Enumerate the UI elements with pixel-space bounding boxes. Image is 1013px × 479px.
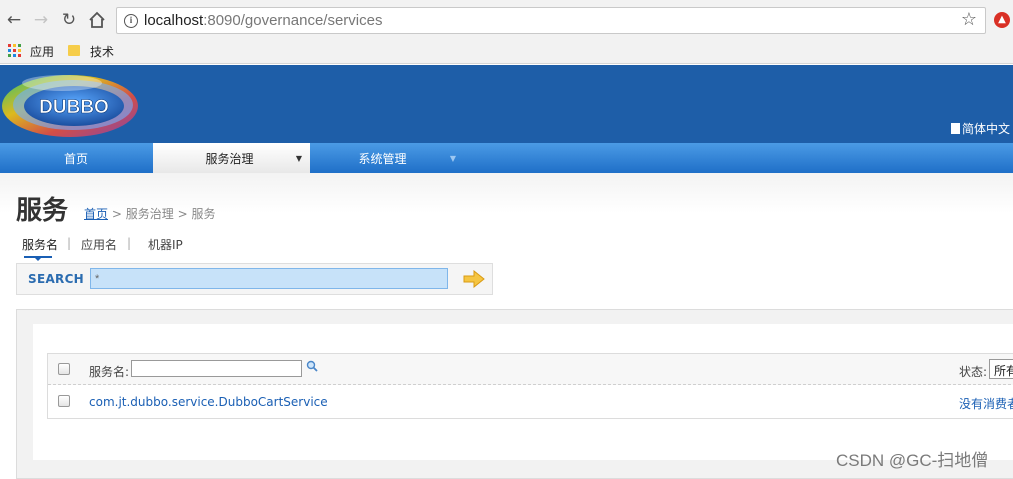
chevron-down-icon: ▼: [449, 154, 456, 163]
results-panel-body: 服务名: 状态: 所有 com.jt.dubbo.service.DubboCa…: [33, 324, 1013, 460]
active-tab-caret: [35, 258, 41, 261]
main-menu: 首页 服务治理 ▼ 系统管理 ▼: [0, 143, 1013, 173]
status-filter-label: 状态:: [959, 365, 988, 379]
page-content: 服务 首页 > 服务治理 > 服务 服务名 | 应用名 | 机器IP SEARC…: [0, 173, 1013, 479]
select-all-checkbox[interactable]: [58, 363, 70, 375]
row-checkbox[interactable]: [58, 395, 70, 407]
search-label: SEARCH: [28, 272, 85, 286]
breadcrumb: 首页 > 服务治理 > 服务: [84, 207, 216, 221]
table-row: com.jt.dubbo.service.DubboCartService 没有…: [48, 386, 1013, 419]
breadcrumb-section: 服务治理: [125, 207, 174, 221]
site-info-icon[interactable]: i: [124, 14, 138, 28]
folder-icon: [68, 45, 80, 56]
home-icon[interactable]: [86, 9, 108, 31]
app-header: DUBBO 简体中文: [0, 65, 1013, 143]
service-name-link[interactable]: com.jt.dubbo.service.DubboCartService: [89, 395, 328, 409]
bookmark-tech-folder[interactable]: 技术: [90, 43, 114, 60]
reload-icon[interactable]: ↻: [58, 9, 80, 31]
table-header: 服务名: 状态: 所有: [48, 354, 1013, 385]
services-table: 服务名: 状态: 所有 com.jt.dubbo.service.DubboCa…: [47, 353, 1013, 419]
extension-icon[interactable]: ▲: [994, 12, 1010, 28]
menu-item-system-admin[interactable]: 系统管理 ▼: [311, 143, 466, 173]
tab-machine-ip[interactable]: 机器IP: [148, 236, 183, 253]
document-icon: [951, 123, 960, 134]
page-title: 服务: [16, 196, 69, 226]
bookmark-star-icon[interactable]: ☆: [961, 9, 977, 30]
tab-service-name[interactable]: 服务名: [22, 236, 58, 253]
browser-toolbar: ← → ↻ i localhost:8090/governance/servic…: [0, 0, 1013, 40]
search-arrow-icon[interactable]: [463, 270, 485, 288]
forward-arrow-icon[interactable]: →: [30, 9, 52, 31]
menu-item-service-governance[interactable]: 服务治理 ▼: [153, 143, 310, 173]
back-arrow-icon[interactable]: ←: [3, 9, 25, 31]
watermark: CSDN @GC-扫地僧: [836, 451, 989, 470]
bookmarks-bar: 应用 技术: [0, 40, 1013, 64]
status-filter-select[interactable]: 所有: [989, 359, 1013, 379]
service-name-filter-input[interactable]: [131, 360, 302, 377]
menu-item-home[interactable]: 首页: [0, 143, 152, 173]
bookmark-apps[interactable]: 应用: [30, 43, 54, 60]
apps-grid-icon[interactable]: [8, 44, 21, 57]
breadcrumb-current: 服务: [191, 207, 216, 221]
search-input[interactable]: [90, 268, 448, 289]
breadcrumb-home-link[interactable]: 首页: [84, 207, 108, 221]
svg-text:DUBBO: DUBBO: [39, 97, 109, 118]
chevron-down-icon: ▼: [295, 154, 302, 163]
search-bar: SEARCH: [16, 263, 493, 295]
dubbo-logo: DUBBO: [2, 75, 138, 137]
search-icon[interactable]: [306, 360, 318, 372]
address-bar[interactable]: i localhost:8090/governance/services ☆: [116, 7, 986, 34]
language-switch[interactable]: 简体中文: [951, 120, 1010, 137]
url-text: localhost:8090/governance/services: [144, 12, 383, 29]
service-status-link[interactable]: 没有消费者: [959, 395, 1013, 412]
tab-application-name[interactable]: 应用名: [81, 236, 117, 253]
column-label-service-name: 服务名:: [89, 365, 130, 379]
